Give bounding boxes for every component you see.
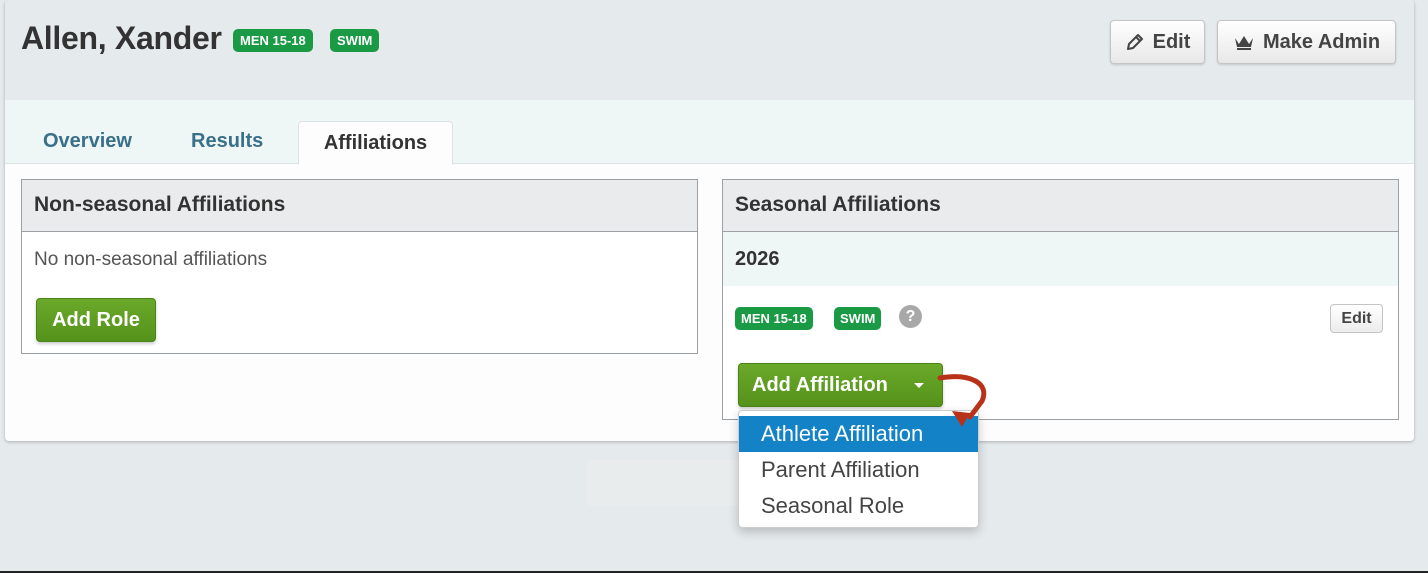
athlete-card: Allen, Xander MEN 15-18 SWIM Edit Make A… bbox=[5, 0, 1414, 441]
profile-header: Allen, Xander MEN 15-18 SWIM Edit Make A… bbox=[5, 0, 1414, 100]
pencil-icon bbox=[1126, 34, 1143, 50]
group-badge: MEN 15-18 bbox=[735, 307, 813, 330]
athlete-name: Allen, Xander bbox=[21, 20, 222, 56]
annotation-arrow-icon bbox=[937, 374, 987, 427]
season-year: 2026 bbox=[723, 232, 1398, 286]
seasonal-title: Seasonal Affiliations bbox=[723, 180, 1398, 232]
menu-item-parent-affiliation[interactable]: Parent Affiliation bbox=[739, 452, 978, 488]
non-seasonal-title: Non-seasonal Affiliations bbox=[22, 180, 697, 232]
placeholder-box bbox=[587, 460, 757, 506]
tab-overview[interactable]: Overview bbox=[43, 130, 132, 153]
caret-down-icon bbox=[914, 383, 924, 388]
edit-button-label: Edit bbox=[1152, 30, 1191, 53]
tab-affiliations[interactable]: Affiliations bbox=[298, 121, 453, 165]
make-admin-button[interactable]: Make Admin bbox=[1217, 20, 1396, 64]
sport-badge: SWIM bbox=[330, 29, 380, 52]
group-badge: MEN 15-18 bbox=[233, 29, 313, 52]
edit-button[interactable]: Edit bbox=[1110, 20, 1205, 64]
tab-results[interactable]: Results bbox=[191, 130, 263, 153]
add-affiliation-label: Add Affiliation bbox=[752, 373, 888, 396]
help-icon[interactable]: ? bbox=[899, 305, 922, 328]
sport-badge: SWIM bbox=[834, 307, 882, 330]
crown-icon bbox=[1234, 36, 1253, 50]
affiliation-edit-button[interactable]: Edit bbox=[1330, 304, 1383, 333]
add-role-button[interactable]: Add Role bbox=[36, 298, 156, 342]
non-seasonal-panel: Non-seasonal Affiliations No non-seasona… bbox=[21, 179, 698, 354]
menu-item-seasonal-role[interactable]: Seasonal Role bbox=[739, 488, 978, 524]
add-affiliation-button[interactable]: Add Affiliation bbox=[738, 363, 943, 407]
seasonal-panel: Seasonal Affiliations 2026 MEN 15-18 SWI… bbox=[722, 179, 1399, 420]
make-admin-button-label: Make Admin bbox=[1262, 30, 1381, 53]
empty-state-text: No non-seasonal affiliations bbox=[34, 249, 268, 270]
tab-bar: Overview Results Affiliations bbox=[5, 100, 1414, 165]
